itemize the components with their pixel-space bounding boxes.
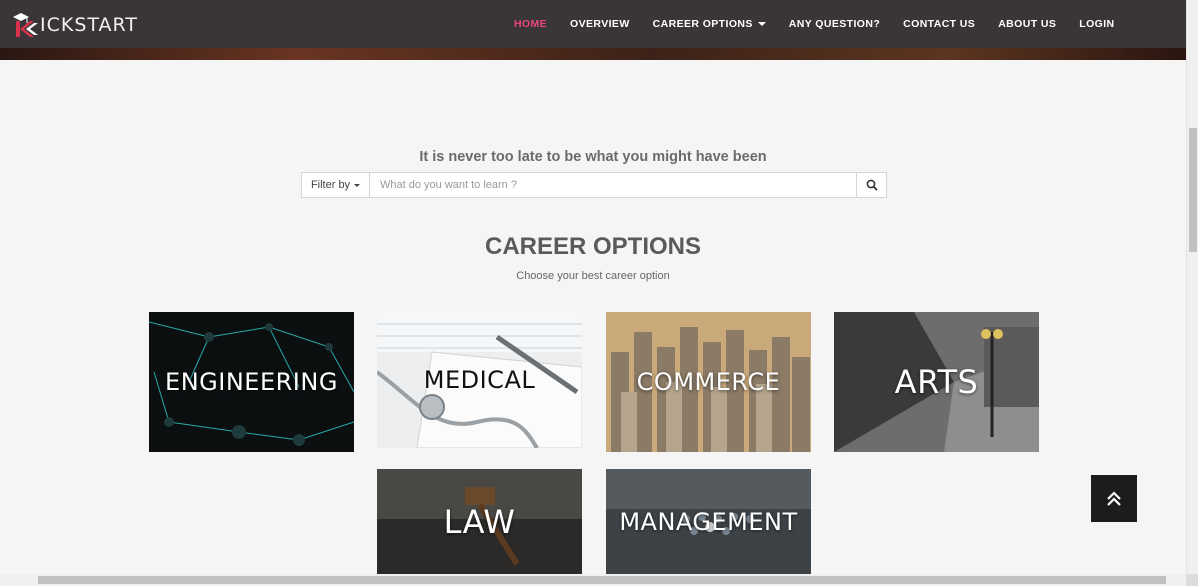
nav-contact-us[interactable]: CONTACT US (892, 0, 987, 48)
caret-down-icon (354, 183, 361, 187)
hero-banner-strip (0, 48, 1186, 60)
filter-label: Filter by (310, 179, 351, 191)
brand-name: ICKSTART (40, 14, 138, 36)
main-nav: HOME OVERVIEW CAREER OPTIONS ANY QUESTIO… (502, 0, 1126, 48)
search-input[interactable] (370, 173, 856, 197)
nav-career-options[interactable]: CAREER OPTIONS (641, 0, 777, 48)
career-label-arts: ARTS (894, 363, 979, 401)
nav-overview[interactable]: OVERVIEW (559, 0, 642, 48)
nav-about-us[interactable]: ABOUT US (987, 0, 1068, 48)
career-card-commerce[interactable]: COMMERCE (606, 312, 811, 452)
vertical-scrollbar[interactable] (1186, 0, 1198, 574)
nav-home[interactable]: HOME (502, 0, 558, 48)
logo-mark-icon (12, 11, 40, 39)
career-card-engineering[interactable]: ENGINEERING (149, 312, 354, 452)
caret-down-icon (757, 22, 766, 26)
vertical-scrollbar-thumb[interactable] (1189, 128, 1197, 252)
career-label-commerce: COMMERCE (636, 368, 781, 396)
filter-dropdown-button[interactable]: Filter by (302, 173, 370, 197)
nav-career-options-label: CAREER OPTIONS (652, 18, 753, 30)
back-to-top-button[interactable] (1091, 475, 1137, 522)
navbar: ICKSTART HOME OVERVIEW CAREER OPTIONS AN… (0, 0, 1186, 60)
career-label-medical: MEDICAL (423, 366, 536, 394)
section-title: CAREER OPTIONS (484, 233, 702, 260)
career-label-law: LAW (443, 502, 516, 541)
hero-tagline: It is never too late to be what you migh… (419, 149, 767, 165)
career-label-engineering: ENGINEERING (165, 368, 338, 396)
career-label-management: MANAGEMENT (619, 507, 798, 536)
section-subtitle: Choose your best career option (516, 270, 670, 282)
scrollbar-corner (1186, 574, 1198, 586)
career-card-law[interactable]: LAW (377, 469, 582, 574)
search-button[interactable] (856, 173, 886, 197)
brand-logo[interactable]: ICKSTART (12, 8, 138, 42)
nav-any-question[interactable]: ANY QUESTION? (777, 0, 891, 48)
career-card-management[interactable]: MANAGEMENT (606, 469, 811, 574)
horizontal-scrollbar[interactable] (0, 574, 1186, 586)
horizontal-scrollbar-thumb[interactable] (38, 576, 1166, 584)
nav-login[interactable]: LOGIN (1068, 0, 1126, 48)
career-card-medical[interactable]: MEDICAL (377, 312, 582, 448)
career-card-arts[interactable]: ARTS (834, 312, 1039, 452)
search-icon (866, 179, 878, 191)
double-chevron-up-icon (1107, 490, 1121, 506)
search-bar: Filter by (301, 172, 887, 198)
